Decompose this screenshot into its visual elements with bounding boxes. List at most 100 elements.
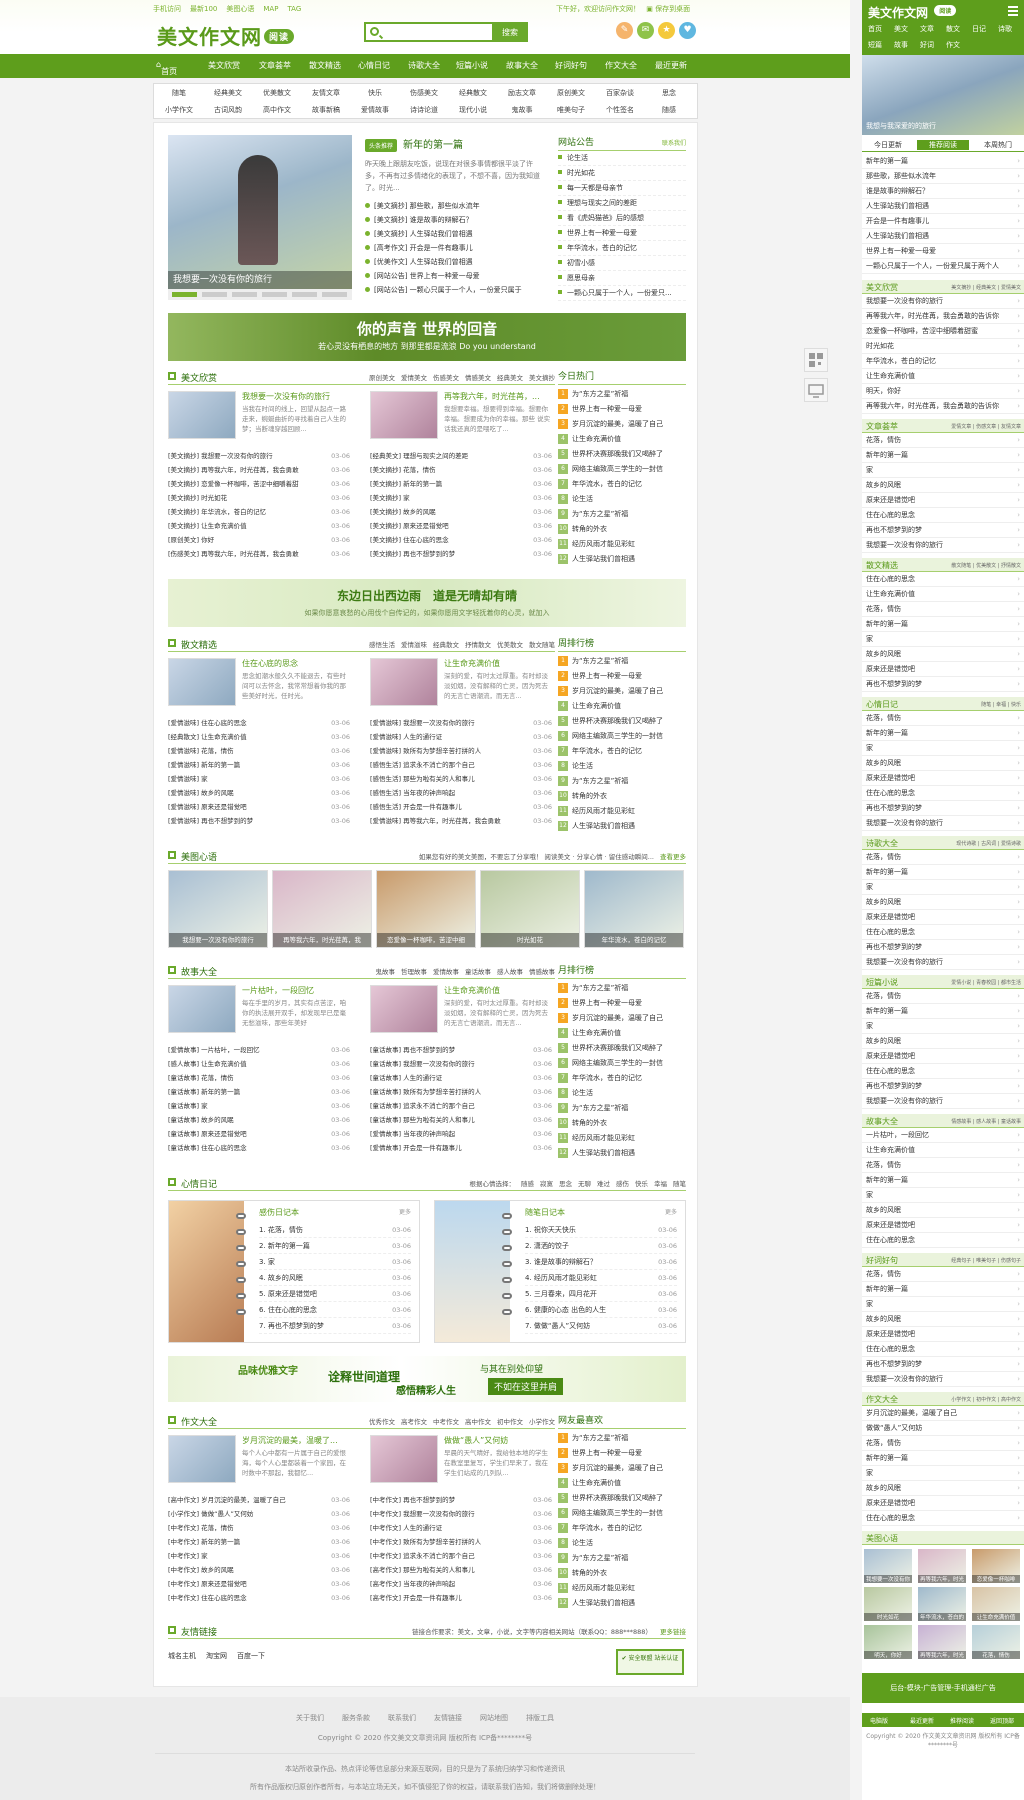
diary-item[interactable]: 3. 谁是故事的辩解石？ 03-06: [525, 1255, 677, 1270]
mobile-list-item[interactable]: 住在心底的思念: [862, 1342, 1024, 1357]
subnav-item[interactable]: 小学作文: [157, 105, 201, 115]
list-item-title[interactable]: [中考作文] 再也不想梦到的梦: [370, 1496, 455, 1504]
diary-item-title[interactable]: 2. 潇洒的饺子: [525, 1242, 569, 1250]
list-item-title[interactable]: [美文摘抄] 再也不想梦到的梦: [370, 550, 455, 558]
article-thumbnail[interactable]: [168, 391, 236, 439]
notice-item[interactable]: 论生活: [558, 151, 686, 166]
footer-link[interactable]: 关于我们: [296, 1714, 324, 1722]
mobile-list-item[interactable]: 那些歌，那些似水流年: [862, 169, 1024, 184]
mood-tab[interactable]: 快乐: [635, 1180, 648, 1188]
list-item[interactable]: [爱情故事] 当年夜的钟声响起 03-06: [370, 1127, 552, 1141]
rank-item-title[interactable]: 世界杯决赛那晚我们又喝醉了: [572, 450, 663, 458]
diary-item-title[interactable]: 7. 再也不想梦到的梦: [259, 1322, 324, 1330]
mood-tab[interactable]: 寂寞: [540, 1180, 553, 1188]
rank-item-title[interactable]: 岁月沉淀的最美，温暖了自己: [572, 1014, 663, 1022]
list-item[interactable]: [童话故事] 追求永不消亡的那个自己 03-06: [370, 1099, 552, 1113]
rank-item[interactable]: 12 人生驿站我们曾相遇: [558, 819, 686, 834]
rank-item[interactable]: 8 论生活: [558, 1086, 686, 1101]
diary-item-title[interactable]: 4. 故乡的风眠: [259, 1274, 303, 1282]
rank-item[interactable]: 12 人生驿站我们曾相遇: [558, 1146, 686, 1161]
mood-tab[interactable]: 随感: [521, 1180, 534, 1188]
rank-item-title[interactable]: 为“东方之星”祈福: [572, 777, 628, 785]
save-desktop-link[interactable]: ▣ 保存到桌面: [646, 5, 690, 13]
list-item-title[interactable]: [感人故事] 让生命充满价值: [168, 1060, 247, 1068]
diary-item-title[interactable]: 1. 花落，情伤: [259, 1226, 303, 1234]
mobile-ad-banner[interactable]: 后台-模块-广告管理-手机通栏广告: [862, 1673, 1024, 1703]
nav-item[interactable]: 最近更新: [655, 60, 687, 71]
diary-item-title[interactable]: 6. 健康的心态 出色的人生: [525, 1306, 606, 1314]
list-item[interactable]: [美文摘抄] 让生命充满价值 03-06: [168, 519, 350, 533]
list-item[interactable]: [中考作文] 住在心底的思念 03-06: [168, 1591, 350, 1605]
rank-item-title[interactable]: 世界杯决赛那晚我们又喝醉了: [572, 717, 663, 725]
section-tab[interactable]: 爱情美文: [401, 374, 427, 382]
mobile-nav-item[interactable]: 散文: [946, 24, 960, 34]
subnav-item[interactable]: 友情文章: [304, 88, 348, 98]
rank-item[interactable]: 9 为“东方之星”祈福: [558, 774, 686, 789]
subnav-item[interactable]: 故事新稿: [304, 105, 348, 115]
article-card[interactable]: 岁月沉淀的最美，温暖了... 每个人心中都有一片属于自己的爱恨海，每个人心里都装着…: [168, 1435, 350, 1485]
list-item[interactable]: [爱情滋味] 家 03-06: [168, 772, 350, 786]
featured-item[interactable]: [优美作文] 人生驿站我们曾相遇: [365, 255, 543, 269]
diary-item[interactable]: 5. 原来还是错觉吧 03-06: [259, 1287, 411, 1302]
article-thumbnail[interactable]: [370, 658, 438, 706]
rank-item[interactable]: 7 年华流水，苍白的记忆: [558, 477, 686, 492]
mobile-list-item[interactable]: 原来还是错觉吧: [862, 1218, 1024, 1233]
article-card[interactable]: 让生命充满价值 深刻的爱，有时太过厚重。有时却淡淡如烟，没有解释的亡灵，因为死去的…: [370, 985, 552, 1035]
rank-item-title[interactable]: 经历风雨才能见彩虹: [572, 1584, 635, 1592]
subnav-item[interactable]: 原创美文: [549, 88, 593, 98]
menu-icon[interactable]: [1008, 6, 1018, 18]
list-item[interactable]: [感悟生活] 那些为啦有关的人和事儿 03-06: [370, 772, 552, 786]
list-item[interactable]: [高中作文] 岁月沉淀的最美，温暖了自己 03-06: [168, 1493, 350, 1507]
list-item-title[interactable]: [高考作文] 开会是一件有趣事儿: [370, 1594, 462, 1602]
mobile-section-sub[interactable]: 散文随笔 | 优美散文 | 抒情散文: [951, 562, 1021, 569]
list-item[interactable]: [爱情故事] 开会是一件有趣事儿 03-06: [370, 1141, 552, 1155]
list-item[interactable]: [美文摘抄] 故乡的风眠 03-06: [370, 505, 552, 519]
mobile-list-item[interactable]: 原来还是错觉吧: [862, 910, 1024, 925]
footer-link[interactable]: 友情链接: [434, 1714, 462, 1722]
friend-link[interactable]: 城名主机: [168, 1652, 196, 1660]
mobile-list-item[interactable]: 明天，你好: [862, 384, 1024, 399]
subnav-item[interactable]: 唯美句子: [549, 105, 593, 115]
mood-tab[interactable]: 难过: [597, 1180, 610, 1188]
nav-item[interactable]: 文章荟萃: [259, 60, 291, 71]
star-icon[interactable]: ★: [658, 22, 675, 39]
list-item-title[interactable]: [美文摘抄] 时光如花: [168, 494, 227, 502]
list-item-title[interactable]: [伤感美文] 再等我六年，时光荏苒，我会勇敢: [168, 550, 299, 558]
mobile-list-item[interactable]: 住在心底的思念: [862, 786, 1024, 801]
rank-item-title[interactable]: 岁月沉淀的最美，温暖了自己: [572, 1464, 663, 1472]
list-item-title[interactable]: [中考作文] 人生的通行证: [370, 1524, 442, 1532]
mobile-list-item[interactable]: 家: [862, 1188, 1024, 1203]
mobile-section-title[interactable]: 心情日记: [866, 699, 898, 710]
list-item-title[interactable]: [高考作文] 当年夜的钟声响起: [370, 1580, 455, 1588]
subnav-item[interactable]: 快乐: [353, 88, 397, 98]
rank-item[interactable]: 1 为“东方之星”祈福: [558, 654, 686, 669]
mood-tab[interactable]: 感伤: [616, 1180, 629, 1188]
mobile-list-item[interactable]: 花落，情伤: [862, 433, 1024, 448]
top-link-latest[interactable]: 最新100: [190, 5, 217, 13]
rank-item[interactable]: 3 岁月沉淀的最美，温暖了自己: [558, 684, 686, 699]
mobile-list-item[interactable]: 家: [862, 1019, 1024, 1034]
list-item-title[interactable]: [高考作文] 那些为啦有关的人和事儿: [370, 1566, 475, 1574]
rank-item-title[interactable]: 为“东方之星”祈福: [572, 984, 628, 992]
list-item[interactable]: [爱情滋味] 我想要一次没有你的旅行 03-06: [370, 716, 552, 730]
notice-item[interactable]: 一颗心只属于一个人，一份爱只...: [558, 286, 686, 301]
list-item[interactable]: [中考作文] 原来还是错觉吧 03-06: [168, 1577, 350, 1591]
list-item-title[interactable]: [经典美文] 理想与现实之间的差距: [370, 452, 468, 460]
list-item[interactable]: [童话故事] 家 03-06: [168, 1099, 350, 1113]
list-item-title[interactable]: [爱情滋味] 再也不想梦到的梦: [168, 817, 253, 825]
mobile-list-item[interactable]: 我想要一次没有你的旅行: [862, 538, 1024, 553]
rank-item-title[interactable]: 让生命充满价值: [572, 435, 621, 443]
notice-item[interactable]: 理想与现实之间的差距: [558, 196, 686, 211]
mobile-list-item[interactable]: 我想要一次没有你的旅行: [862, 955, 1024, 970]
list-item[interactable]: [爱情滋味] 故乡的风眠 03-06: [168, 786, 350, 800]
slide-dot[interactable]: [232, 292, 257, 297]
friend-link[interactable]: 淘宝网: [206, 1652, 227, 1660]
list-item-title[interactable]: [中考作文] 花落，情伤: [168, 1524, 234, 1532]
list-item[interactable]: [中考作文] 新年的第一篇 03-06: [168, 1535, 350, 1549]
rank-item[interactable]: 8 论生活: [558, 1536, 686, 1551]
rank-item[interactable]: 3 岁月沉淀的最美，温暖了自己: [558, 417, 686, 432]
rank-item-title[interactable]: 为“东方之星”祈福: [572, 1434, 628, 1442]
mobile-list-item[interactable]: 住在心底的思念: [862, 1233, 1024, 1248]
list-item-title[interactable]: [爱情故事] 开会是一件有趣事儿: [370, 1144, 462, 1152]
rank-item-title[interactable]: 为“东方之星”祈福: [572, 1554, 628, 1562]
